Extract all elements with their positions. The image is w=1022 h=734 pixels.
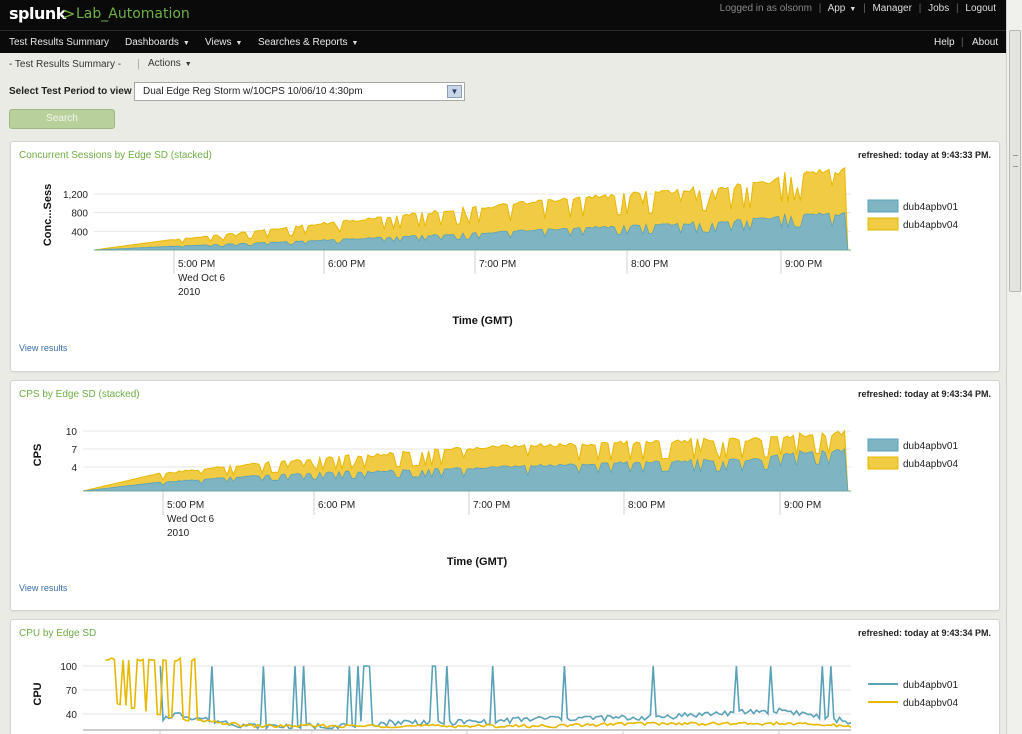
nav-label: Test Results Summary <box>9 37 110 48</box>
y-tick-label: 1,200 <box>63 190 88 201</box>
help-link[interactable]: Help <box>934 37 955 48</box>
actions-label: Actions <box>148 58 181 69</box>
series-line-dub4apbv04 <box>105 656 852 729</box>
chevron-down-icon: ▼ <box>182 40 190 47</box>
top-header: splunk > Lab_Automation Logged in as ols… <box>0 0 1006 30</box>
separator: | <box>863 3 866 14</box>
legend-label: dub4apbv01 <box>903 202 958 213</box>
app-menu[interactable]: App ▼ <box>828 3 857 14</box>
y-tick-label: 800 <box>71 209 88 220</box>
separator: | <box>961 37 964 48</box>
x-tick-label: 2010 <box>178 287 201 298</box>
y-tick-label: 100 <box>60 662 77 673</box>
test-period-select[interactable]: Dual Edge Reg Storm w/10CPS 10/06/10 4:3… <box>134 82 465 101</box>
x-tick-label: 7:00 PM <box>473 500 510 511</box>
chevron-down-icon: ▼ <box>184 61 192 68</box>
legend-swatch <box>867 456 899 470</box>
x-tick-label: 8:00 PM <box>628 500 665 511</box>
x-axis-title: Time (GMT) <box>452 315 513 327</box>
nav-dashboards[interactable]: Dashboards ▼ <box>125 37 190 48</box>
cps-panel: CPS by Edge SD (stacked) refreshed: toda… <box>10 380 1000 611</box>
splunk-logo[interactable]: splunk <box>9 4 66 23</box>
x-tick-label: 2010 <box>167 528 190 539</box>
legend-label: dub4apbv01 <box>903 680 958 691</box>
cpu-chart[interactable]: 40 70 100 CPU dub4apbv01 dub4apbv04 <box>11 620 999 734</box>
view-results-link[interactable]: View results <box>19 583 67 593</box>
x-tick-label: 5:00 PM <box>167 500 204 511</box>
series-line-dub4apbv01 <box>159 665 852 731</box>
y-axis-title: Conc...Sess <box>42 184 54 246</box>
search-button[interactable]: Search <box>9 109 115 129</box>
nav-searches-reports[interactable]: Searches & Reports ▼ <box>258 37 358 48</box>
separator: | <box>137 58 140 70</box>
chevron-down-icon: ▼ <box>849 6 857 13</box>
x-tick-label: 9:00 PM <box>784 500 821 511</box>
period-label: Select Test Period to view <box>9 86 132 97</box>
legend-swatch <box>867 438 899 452</box>
logout-link[interactable]: Logout <box>965 3 996 14</box>
scrollbar-thumb[interactable] <box>1009 30 1021 292</box>
x-axis-title: Time (GMT) <box>447 556 508 568</box>
legend-label: dub4apbv01 <box>903 441 958 452</box>
separator: | <box>818 3 822 14</box>
legend-label: dub4apbv04 <box>903 698 958 709</box>
legend-label: dub4apbv04 <box>903 459 958 470</box>
x-tick-label: 7:00 PM <box>479 259 516 270</box>
jobs-link[interactable]: Jobs <box>928 3 949 14</box>
concurrent-sessions-panel: Concurrent Sessions by Edge SD (stacked)… <box>10 141 1000 372</box>
y-axis-title: CPU <box>32 682 44 705</box>
app-name[interactable]: Lab_Automation <box>76 6 190 22</box>
logged-in-text: Logged in as olsonm <box>719 3 812 14</box>
concurrent-sessions-chart[interactable]: 400 800 1,200 Conc...Sess 5:00 PM Wed Oct 6 20… <box>11 142 999 342</box>
about-link[interactable]: About <box>972 37 998 48</box>
separator: | <box>956 3 959 14</box>
separator: | <box>918 3 922 14</box>
nav-label: Views <box>205 37 232 48</box>
chevron-down-icon: ▼ <box>351 40 359 47</box>
view-results-link[interactable]: View results <box>19 343 67 353</box>
y-tick-label: 400 <box>71 227 88 238</box>
dropdown-arrow-icon[interactable]: ▼ <box>447 85 462 98</box>
cpu-panel: CPU by Edge SD refreshed: today at 9:43:… <box>10 619 1000 734</box>
breadcrumb: - Test Results Summary - <box>9 59 122 70</box>
nav-label: Dashboards <box>125 37 179 48</box>
app-menu-label: App <box>827 3 846 14</box>
actions-menu[interactable]: Actions ▼ <box>148 58 192 69</box>
grip-icon <box>1013 155 1018 167</box>
selected-period: Dual Edge Reg Storm w/10CPS 10/06/10 4:3… <box>143 86 363 97</box>
nav-views[interactable]: Views ▼ <box>205 37 242 48</box>
x-tick-label: Wed Oct 6 <box>178 273 225 284</box>
chevron-down-icon: ▼ <box>235 40 243 47</box>
x-tick-label: 8:00 PM <box>631 259 668 270</box>
x-tick-label: 5:00 PM <box>178 259 215 270</box>
x-tick-label: Wed Oct 6 <box>167 514 214 525</box>
x-tick-label: 6:00 PM <box>328 259 365 270</box>
y-tick-label: 4 <box>71 463 77 474</box>
app-nav-bar: Test Results Summary Dashboards ▼ Views ▼ … <box>0 30 1006 53</box>
nav-test-results-summary[interactable]: Test Results Summary <box>9 37 109 48</box>
y-tick-label: 40 <box>66 710 78 721</box>
legend-swatch <box>867 199 899 213</box>
y-tick-label: 70 <box>66 686 78 697</box>
legend-swatch <box>867 217 899 231</box>
vertical-scrollbar[interactable] <box>1006 0 1022 734</box>
x-tick-label: 6:00 PM <box>318 500 355 511</box>
legend-label: dub4apbv04 <box>903 220 958 231</box>
cps-chart[interactable]: 4 7 10 CPS 5:00 PM Wed Oct 6 2010 6:00 PM 7:00 P… <box>11 381 999 581</box>
logo-arrow: > <box>62 4 76 23</box>
x-tick-label: 9:00 PM <box>785 259 822 270</box>
account-links: Logged in as olsonm | App ▼ | Manager | J… <box>720 3 996 14</box>
y-tick-label: 10 <box>66 427 78 438</box>
y-tick-label: 7 <box>71 445 77 456</box>
manager-link[interactable]: Manager <box>872 3 911 14</box>
nav-label: Searches & Reports <box>258 37 348 48</box>
y-axis-title: CPS <box>32 444 44 467</box>
